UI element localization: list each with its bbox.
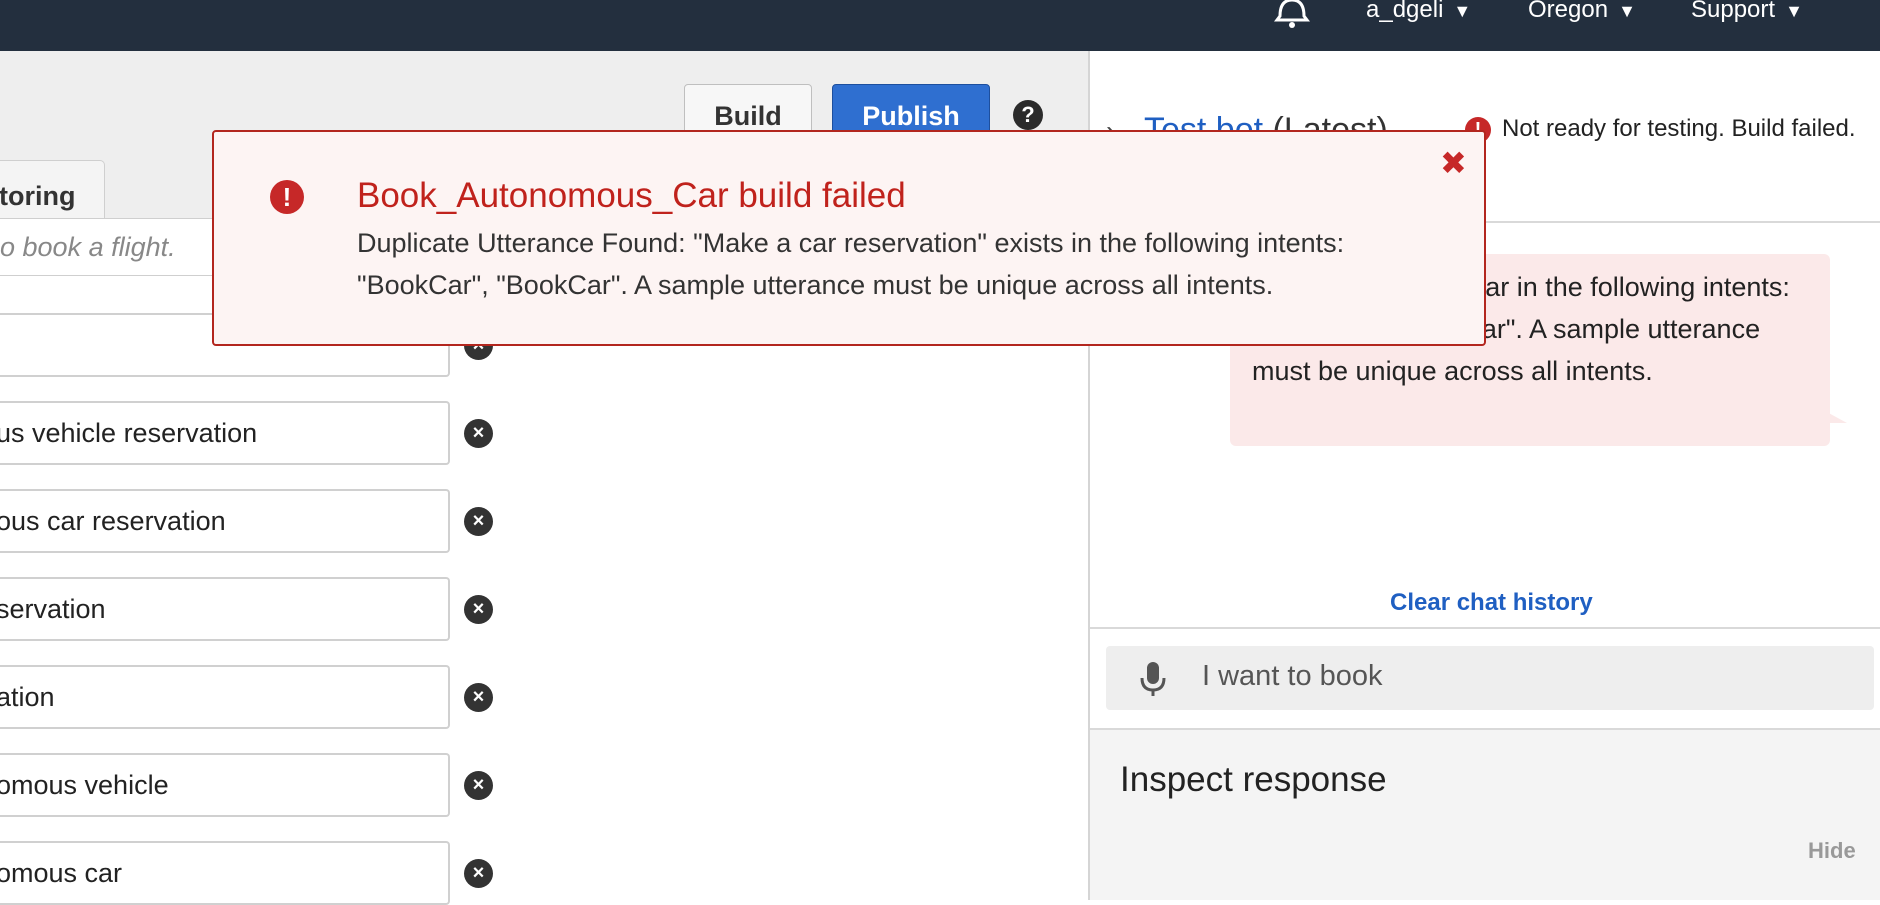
close-icon[interactable]: ✖ xyxy=(1440,144,1467,182)
utterance-field[interactable]: omous car xyxy=(0,841,450,905)
user-menu[interactable]: a_dgeli ▼ xyxy=(1366,0,1471,26)
list-item: ation × xyxy=(0,665,500,729)
remove-icon[interactable]: × xyxy=(464,859,493,888)
support-menu[interactable]: Support ▼ xyxy=(1691,0,1803,26)
inspect-response-title: Inspect response xyxy=(1120,760,1387,799)
chevron-down-icon: ▼ xyxy=(1453,1,1472,21)
utterance-field[interactable]: ation xyxy=(0,665,450,729)
remove-icon[interactable]: × xyxy=(464,683,493,712)
chevron-down-icon: ▼ xyxy=(1618,1,1636,21)
modal-title: Book_Autonomous_Car build failed xyxy=(357,176,906,215)
notification-bell-icon[interactable] xyxy=(1272,0,1312,30)
region-name: Oregon xyxy=(1528,0,1609,23)
chat-input[interactable]: I want to book xyxy=(1106,646,1874,710)
divider xyxy=(1090,627,1880,629)
list-item: ous car reservation × xyxy=(0,489,500,553)
utterance-field[interactable]: us vehicle reservation xyxy=(0,401,450,465)
microphone-icon[interactable] xyxy=(1138,660,1168,698)
build-error-modal: ! Book_Autonomous_Car build failed Dupli… xyxy=(212,130,1486,346)
list-item: us vehicle reservation × xyxy=(0,401,500,465)
list-item: omous car × xyxy=(0,841,500,905)
bubble-tail xyxy=(1825,411,1847,423)
error-icon: ! xyxy=(270,180,304,214)
utterance-field[interactable]: omous vehicle xyxy=(0,753,450,817)
list-item: servation × xyxy=(0,577,500,641)
chat-input-value: I want to book xyxy=(1202,660,1383,692)
user-name: a_dgeli xyxy=(1366,0,1444,23)
region-menu[interactable]: Oregon ▼ xyxy=(1528,0,1636,26)
modal-message: Duplicate Utterance Found: "Make a car r… xyxy=(357,228,1345,300)
utterance-field[interactable]: ous car reservation xyxy=(0,489,450,553)
chevron-down-icon: ▼ xyxy=(1785,1,1803,21)
remove-icon[interactable]: × xyxy=(464,595,493,624)
list-item: omous vehicle × xyxy=(0,753,500,817)
remove-icon[interactable]: × xyxy=(464,419,493,448)
top-navigation-bar: a_dgeli ▼ Oregon ▼ Support ▼ xyxy=(0,0,1880,51)
clear-chat-history-link[interactable]: Clear chat history xyxy=(1390,589,1593,617)
remove-icon[interactable]: × xyxy=(464,771,493,800)
remove-icon[interactable]: × xyxy=(464,507,493,536)
utterance-field[interactable]: servation xyxy=(0,577,450,641)
hide-button[interactable]: Hide xyxy=(1808,838,1856,864)
inspect-response-section: Inspect response Hide xyxy=(1090,728,1880,900)
build-status-text: Not ready for testing. Build failed. xyxy=(1502,115,1856,142)
support-label: Support xyxy=(1691,0,1776,23)
help-icon[interactable]: ? xyxy=(1013,100,1043,130)
